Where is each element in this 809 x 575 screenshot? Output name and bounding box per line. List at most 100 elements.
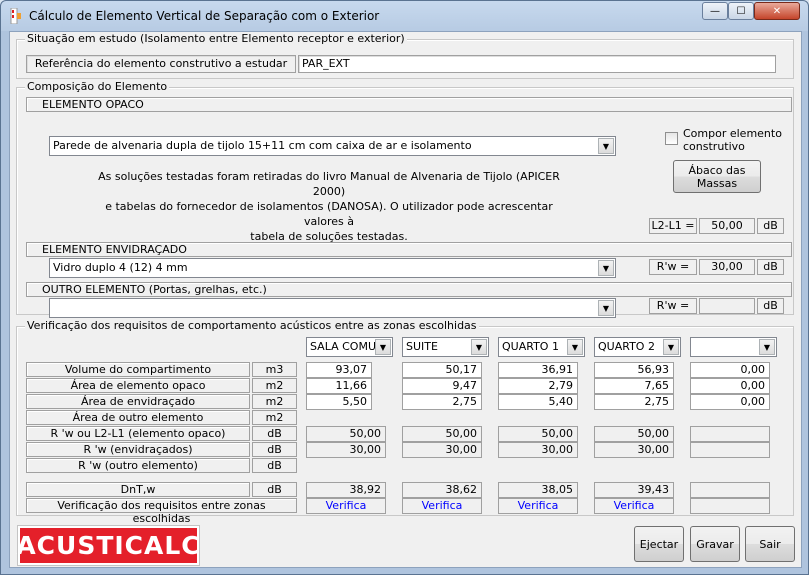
opaque-element-selected: Parede de alvenaria dupla de tijolo 15+1… — [53, 139, 472, 152]
glazed-area-cell[interactable]: 2,75 — [402, 394, 482, 410]
other-element-select[interactable]: ▼ — [49, 298, 616, 318]
opaque-area-cell[interactable]: 11,66 — [306, 378, 372, 394]
opaque-area-cell[interactable]: 7,65 — [594, 378, 674, 394]
volume-cell[interactable]: 56,93 — [594, 362, 674, 378]
window-title: Cálculo de Elemento Vertical de Separaçã… — [29, 9, 380, 23]
volume-cell[interactable]: 50,17 — [402, 362, 482, 378]
study-group-title: Situação em estudo (Isolamento entre Ele… — [25, 32, 407, 45]
opaque-element-header: ELEMENTO OPACO — [26, 97, 792, 112]
composition-group: Composição do Elemento ELEMENTO OPACO Pa… — [16, 80, 794, 318]
glazed-rw-cell: 30,00 — [498, 442, 578, 458]
dnt-cell — [690, 482, 770, 498]
zone-select-2[interactable]: SUITE ▼ — [402, 337, 489, 357]
verification-result: Verifica — [402, 498, 482, 514]
zone-select-4[interactable]: QUARTO 2 ▼ — [594, 337, 681, 357]
row-label: Área de envidraçado — [26, 394, 250, 409]
reference-input[interactable]: PAR_EXT — [298, 55, 776, 73]
glazed-area-cell[interactable]: 5,40 — [498, 394, 578, 410]
glazed-element-selected: Vidro duplo 4 (12) 4 mm — [53, 261, 188, 274]
other-value-label: R'w = — [649, 298, 697, 314]
verification-result: Verifica — [594, 498, 674, 514]
glazed-value-unit: dB — [757, 259, 784, 275]
glazed-rw-cell: 30,00 — [402, 442, 482, 458]
glazed-area-cell[interactable]: 0,00 — [690, 394, 770, 410]
volume-cell[interactable]: 93,07 — [306, 362, 372, 378]
row-unit: dB — [252, 458, 297, 473]
exit-button[interactable]: Sair — [745, 526, 795, 562]
opaque-value-unit: dB — [757, 218, 784, 234]
chevron-down-icon: ▼ — [759, 339, 775, 355]
chevron-down-icon: ▼ — [471, 339, 487, 355]
chevron-down-icon: ▼ — [598, 260, 614, 276]
compose-element-checkbox[interactable] — [665, 132, 678, 145]
verification-result: Verifica — [306, 498, 386, 514]
opaque-area-cell[interactable]: 0,00 — [690, 378, 770, 394]
maximize-button[interactable]: ☐ — [728, 2, 754, 20]
eject-button[interactable]: Ejectar — [634, 526, 684, 562]
opaque-area-cell[interactable]: 2,79 — [498, 378, 578, 394]
opaque-rw-cell: 50,00 — [402, 426, 482, 442]
dnt-cell: 39,43 — [594, 482, 674, 498]
opaque-value: 50,00 — [699, 218, 755, 234]
compose-element-label: Compor elemento construtivo — [683, 127, 782, 153]
title-bar: Cálculo de Elemento Vertical de Separaçã… — [1, 1, 808, 31]
verification-result: Verifica — [498, 498, 578, 514]
glazed-rw-cell: 30,00 — [594, 442, 674, 458]
reference-label: Referência do elemento construtivo a est… — [26, 55, 296, 73]
chevron-down-icon: ▼ — [663, 339, 679, 355]
row-unit: m2 — [252, 410, 297, 425]
opaque-rw-cell — [690, 426, 770, 442]
close-button[interactable]: ✕ — [754, 2, 800, 20]
row-label: R 'w (outro elemento) — [26, 458, 250, 473]
row-label: Área de elemento opaco — [26, 378, 250, 393]
opaque-area-cell[interactable]: 9,47 — [402, 378, 482, 394]
row-label: R 'w ou L2-L1 (elemento opaco) — [26, 426, 250, 441]
verification-group-title: Verificação dos requisitos de comportame… — [25, 319, 479, 332]
other-value-unit: dB — [757, 298, 784, 314]
opaque-value-label: L2-L1 = — [649, 218, 697, 234]
acusticalc-logo: ACUSTICALC — [16, 525, 200, 566]
volume-cell[interactable]: 0,00 — [690, 362, 770, 378]
chevron-down-icon: ▼ — [598, 300, 614, 316]
dnt-cell: 38,05 — [498, 482, 578, 498]
dnt-cell: 38,92 — [306, 482, 386, 498]
save-button[interactable]: Gravar — [690, 526, 740, 562]
zone-select-3[interactable]: QUARTO 1 ▼ — [498, 337, 585, 357]
row-label: Volume do compartimento — [26, 362, 250, 377]
glazed-element-select[interactable]: Vidro duplo 4 (12) 4 mm ▼ — [49, 258, 616, 278]
verification-group: Verificação dos requisitos de comportame… — [16, 319, 794, 525]
glazed-area-cell[interactable]: 5,50 — [306, 394, 372, 410]
info-line: As soluções testadas foram retiradas do … — [98, 170, 560, 198]
opaque-element-select[interactable]: Parede de alvenaria dupla de tijolo 15+1… — [49, 136, 616, 156]
opaque-rw-cell: 50,00 — [594, 426, 674, 442]
glazed-area-cell[interactable]: 2,75 — [594, 394, 674, 410]
row-unit: dB — [252, 426, 297, 441]
zone-select-5[interactable]: ▼ — [690, 337, 777, 357]
glazed-value: 30,00 — [699, 259, 755, 275]
info-line: e tabelas do fornecedor de isolamentos (… — [105, 200, 553, 228]
volume-cell[interactable]: 36,91 — [498, 362, 578, 378]
minimize-button[interactable]: — — [702, 2, 728, 20]
row-unit: dB — [252, 442, 297, 457]
composition-group-title: Composição do Elemento — [25, 80, 170, 93]
client-area: Situação em estudo (Isolamento entre Ele… — [9, 31, 802, 568]
verification-result — [690, 498, 770, 514]
glazed-value-label: R'w = — [649, 259, 697, 275]
glazed-rw-cell: 30,00 — [306, 442, 386, 458]
opaque-rw-cell: 50,00 — [306, 426, 386, 442]
row-label: Área de outro elemento — [26, 410, 250, 425]
row-label: DnT,w — [26, 482, 250, 497]
zone-select-value: QUARTO 1 — [502, 340, 559, 353]
zone-select-1[interactable]: SALA COMUM ▼ — [306, 337, 393, 357]
row-unit: m2 — [252, 394, 297, 409]
app-icon — [10, 8, 21, 24]
glazed-element-header: ELEMENTO ENVIDRAÇADO — [26, 242, 792, 257]
info-text: As soluções testadas foram retiradas do … — [89, 169, 569, 244]
other-element-header: OUTRO ELEMENTO (Portas, grelhas, etc.) — [26, 282, 792, 297]
zone-select-value: SUITE — [406, 340, 438, 353]
abacus-button[interactable]: Ábaco das Massas — [673, 160, 761, 193]
row-label: R 'w (envidraçados) — [26, 442, 250, 457]
study-group: Situação em estudo (Isolamento entre Ele… — [16, 32, 794, 79]
app-window: Cálculo de Elemento Vertical de Separaçã… — [0, 0, 809, 575]
chevron-down-icon: ▼ — [567, 339, 583, 355]
